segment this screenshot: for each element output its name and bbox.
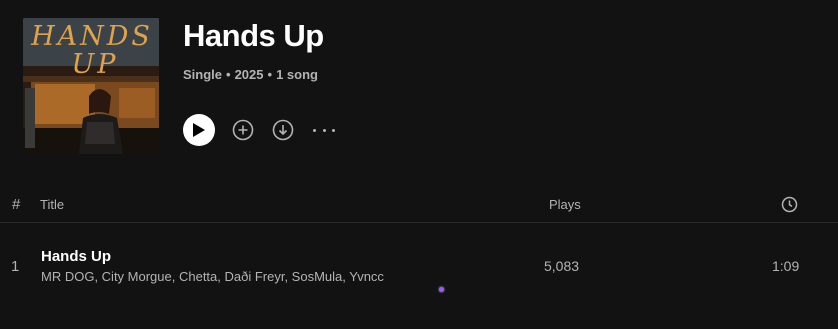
play-button[interactable] [183,114,215,146]
download-button[interactable] [272,119,294,141]
column-header-plays[interactable]: Plays [549,197,581,212]
track-duration: 1:09 [772,258,800,274]
cover-lettering-line2: UP [71,49,119,80]
header-divider [0,222,838,223]
column-header-title[interactable]: Title [40,197,64,212]
download-circle-icon [272,119,294,141]
album-title: Hands Up [183,18,324,53]
more-options-icon [322,128,326,132]
column-header-number: # [12,196,21,213]
play-icon [193,123,205,137]
clock-icon [781,196,798,213]
track-title[interactable]: Hands Up [41,248,111,265]
add-to-library-button[interactable] [232,119,254,141]
album-song-count: 1 song [276,67,318,82]
cover-lettering-line1: HANDS [31,21,153,52]
action-bar [183,114,343,146]
column-header-duration[interactable] [781,196,798,216]
album-year: 2025 [234,67,264,82]
album-type: Single [183,67,223,82]
track-plays: 5,083 [544,258,580,274]
album-page: HANDS UP Hands Up Single • 2025 • 1 song [0,0,838,329]
track-row[interactable]: 1 Hands Up MR DOG, City Morgue, Chetta, … [0,240,838,290]
more-options-icon [332,128,335,132]
more-options-icon [313,128,316,132]
more-options-button[interactable] [313,123,335,137]
meta-separator: • [267,67,273,82]
meta-separator: • [226,67,231,82]
album-meta: Single • 2025 • 1 song [183,67,318,82]
track-number: 1 [11,258,20,275]
track-artists[interactable]: MR DOG, City Morgue, Chetta, Daði Freyr,… [41,269,384,284]
mouse-cursor [439,287,444,292]
add-circle-icon [232,119,254,141]
cover-lettering: HANDS UP [27,21,157,80]
album-cover: HANDS UP [23,18,159,154]
